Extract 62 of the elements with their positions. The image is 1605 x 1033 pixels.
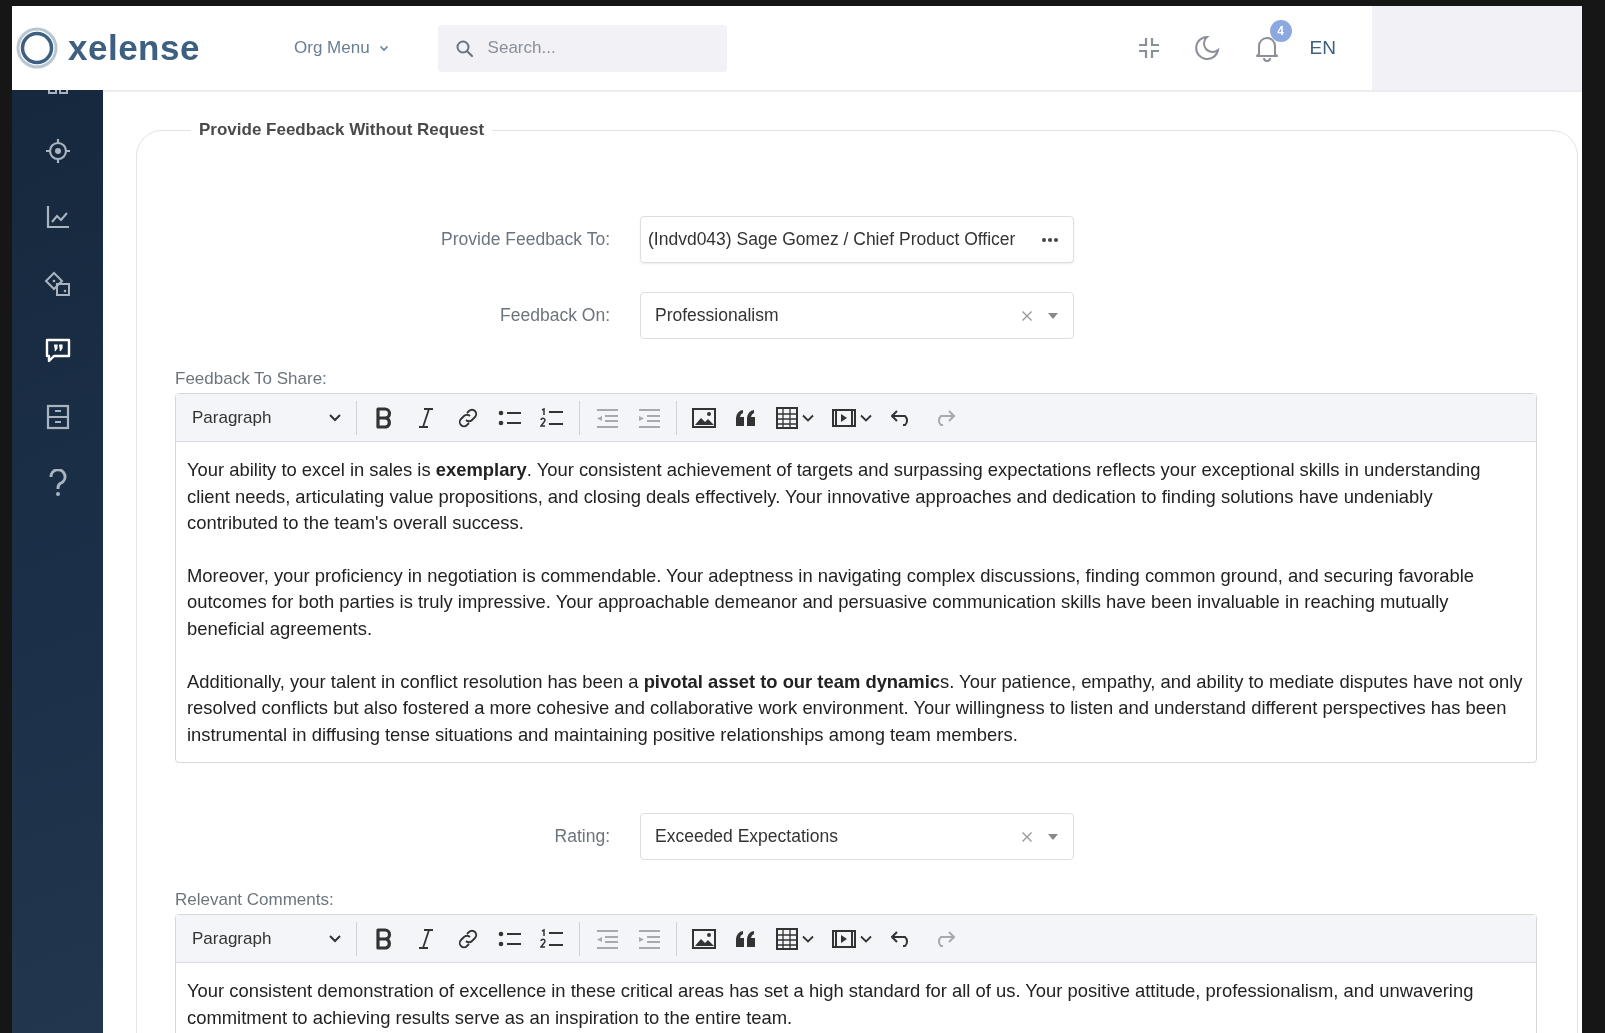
paragraph-dropdown[interactable]: Paragraph	[184, 928, 350, 949]
table-icon	[776, 406, 798, 429]
italic-icon	[417, 406, 435, 429]
caret-icon	[802, 413, 814, 422]
logo-icon	[16, 27, 58, 69]
bell-icon[interactable]	[1253, 34, 1280, 62]
link-icon	[457, 927, 479, 950]
clear-icon[interactable]	[1021, 309, 1033, 322]
search-icon	[454, 38, 475, 59]
caret-icon	[860, 934, 872, 943]
more-icon[interactable]	[1041, 236, 1059, 243]
moon-icon[interactable]	[1193, 35, 1220, 61]
table-icon	[776, 927, 798, 950]
form-title: Provide Feedback Without Request	[198, 120, 486, 140]
media-icon	[832, 407, 856, 428]
indent-icon	[637, 928, 661, 949]
field-label: Feedback To Share:	[175, 369, 328, 389]
search-field[interactable]: Search...	[437, 24, 727, 72]
shapes-icon	[43, 270, 72, 297]
image-icon	[692, 928, 716, 949]
paragraph: Your ability to excel in sales is exemplary. Your consistent achievement of targets and surpassing expectations reflects your exceptional skills in understanding client needs, articulating value propositions, and closing deals effectively. Your innovative approaches and dedication to finding solutions have undeniably contributed to the team's overall success.	[187, 458, 1482, 536]
notification-badge: 4	[1269, 20, 1292, 42]
paragraph: Your consistent demonstration of excellence in these critical areas has set a high standard for all of us. Your positive attitude, professionalism, and unwavering commitment to achieving results serve as an inspiration to the entire team.	[187, 979, 1475, 1030]
chevron-down-icon	[328, 933, 342, 944]
numbered-list-icon	[540, 406, 564, 429]
bold-icon	[374, 927, 394, 950]
picker-field[interactable]: (Indvd043) Sage Gomez / Chief Product Officer	[640, 216, 1074, 263]
select-field[interactable]: Professionalism	[640, 292, 1074, 339]
caret-icon[interactable]	[1047, 311, 1059, 320]
quote-bubble-icon	[44, 337, 71, 364]
paragraph: Additionally, your talent in conflict resolution has been a pivotal asset to our team dynamics. Your patience, empathy, and ability to mediate disputes have not only resolved conflicts but also fostered a more cohesive and collaborative work environment. Your willingness to listen and understand different perspectives has been instrumental in diffusing tense situations and maintaining positive relationships among team members.	[187, 669, 1524, 747]
caret-icon[interactable]	[1047, 832, 1059, 841]
caret-icon	[860, 413, 872, 422]
bold-icon	[374, 406, 394, 429]
paragraph: Moreover, your proficiency in negotiation is commendable. Your adeptness in navigating complex discussions, finding common ground, and securing favorable outcomes for both parties is truly impressive. Your approachable demeanor and persuasive communication skills have been invaluable in reaching mutually beneficial agreements.	[187, 563, 1476, 641]
archive-icon	[45, 403, 70, 430]
image-icon	[692, 407, 716, 428]
select-field[interactable]: Exceeded Expectations	[640, 813, 1074, 861]
field-label: Feedback On:	[499, 305, 610, 326]
numbered-list-icon	[540, 927, 564, 950]
caret-icon	[802, 934, 814, 943]
language-button[interactable]: EN	[1309, 37, 1336, 59]
clear-icon[interactable]	[1021, 830, 1033, 843]
help-icon	[47, 469, 68, 498]
brand-name: xelense	[68, 28, 200, 68]
paragraph-dropdown[interactable]: Paragraph	[184, 407, 350, 428]
field-label: Relevant Comments:	[175, 890, 335, 911]
field-label: Provide Feedback To:	[440, 229, 610, 250]
media-icon	[832, 928, 856, 949]
quote-icon	[735, 929, 757, 948]
indent-icon	[637, 407, 661, 428]
field-label: Rating:	[553, 826, 610, 848]
crosshair-icon	[44, 137, 71, 164]
outdent-icon	[595, 928, 619, 949]
outdent-icon	[595, 407, 619, 428]
quote-icon	[735, 408, 757, 427]
link-icon	[457, 406, 479, 429]
chevron-down-icon	[328, 412, 342, 423]
org-menu[interactable]: Org Menu	[294, 38, 390, 58]
collapse-icon[interactable]	[1137, 37, 1160, 59]
line-chart-icon	[44, 204, 71, 231]
italic-icon	[417, 927, 435, 950]
